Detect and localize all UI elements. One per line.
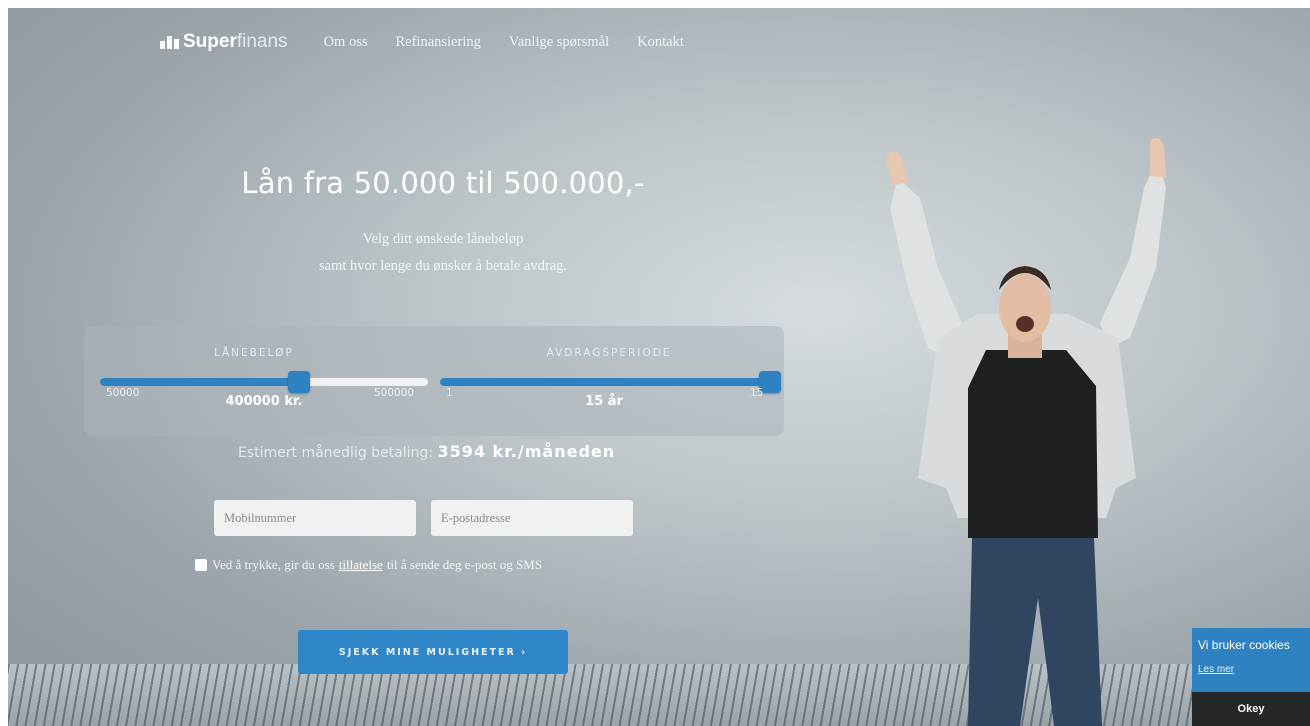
amount-slider-max: 500000 <box>374 387 415 399</box>
amount-slider-value: 400000 kr. <box>225 394 303 409</box>
nav-link-refinansiering[interactable]: Refinansiering <box>395 34 480 51</box>
nav-link-faq[interactable]: Vanlige spørsmål <box>509 34 609 51</box>
nav-link-kontakt[interactable]: Kontakt <box>637 34 684 51</box>
amount-slider-handle[interactable] <box>287 371 310 393</box>
consent-row: Ved å trykke, gir du oss tillatelse til … <box>195 557 542 573</box>
check-options-button[interactable]: SJEKK MINE MULIGHETER › <box>298 630 568 674</box>
consent-text-before: Ved å trykke, gir du oss <box>212 557 335 572</box>
amount-slider-label: LÅNEBELØP <box>214 347 294 359</box>
period-slider-track[interactable] <box>440 378 770 386</box>
top-navigation: Super finans Om oss Refinansiering Vanli… <box>160 28 712 56</box>
cookie-read-more-link[interactable]: Les mer <box>1198 664 1234 675</box>
period-slider-max: 15 <box>750 387 764 399</box>
amount-slider-fill <box>100 378 299 386</box>
estimate-value: 3594 kr./måneden <box>437 442 616 461</box>
logo-bars-icon <box>160 35 179 49</box>
superfinans-logo[interactable]: Super finans <box>160 31 288 53</box>
cookie-banner: Vi bruker cookies Les mer Okey <box>1192 628 1310 726</box>
period-slider-value: 15 år <box>585 394 623 409</box>
amount-slider-min: 50000 <box>106 387 140 399</box>
cookie-accept-button[interactable]: Okey <box>1192 692 1310 726</box>
nav-link-om-oss[interactable]: Om oss <box>324 34 368 51</box>
phone-input[interactable] <box>214 500 416 536</box>
monthly-estimate: Estimert månedlig betaling: 3594 kr./mån… <box>238 442 615 461</box>
email-input[interactable] <box>431 500 633 536</box>
consent-text-after: til å sende deg e-post og SMS <box>386 557 543 572</box>
hero-subtitle-line2: samt hvor lenge du ønsker å betale avdra… <box>318 258 568 274</box>
period-slider-label: AVDRAGSPERIODE <box>546 347 672 359</box>
consent-permission-link[interactable]: tillatelse <box>339 557 383 573</box>
page-title: Lån fra 50.000 til 500.000,- <box>241 166 645 200</box>
logo-text-light: finans <box>236 31 288 52</box>
hero-subtitle-line1: Velg ditt ønskede lånebeløp <box>362 231 524 247</box>
estimate-label: Estimert månedlig betaling: <box>238 445 433 461</box>
period-slider-min: 1 <box>446 387 453 399</box>
logo-text-bold: Super <box>183 31 237 52</box>
celebrating-man-image <box>886 138 1166 726</box>
consent-checkbox[interactable] <box>195 559 207 571</box>
hero-background: Super finans Om oss Refinansiering Vanli… <box>8 8 1310 726</box>
loan-slider-panel: LÅNEBELØP 50000 500000 400000 kr. AVDRAG… <box>84 326 784 436</box>
amount-slider-track[interactable] <box>100 378 428 386</box>
cookie-text: Vi bruker cookies <box>1198 638 1290 652</box>
period-slider-fill <box>440 378 770 386</box>
